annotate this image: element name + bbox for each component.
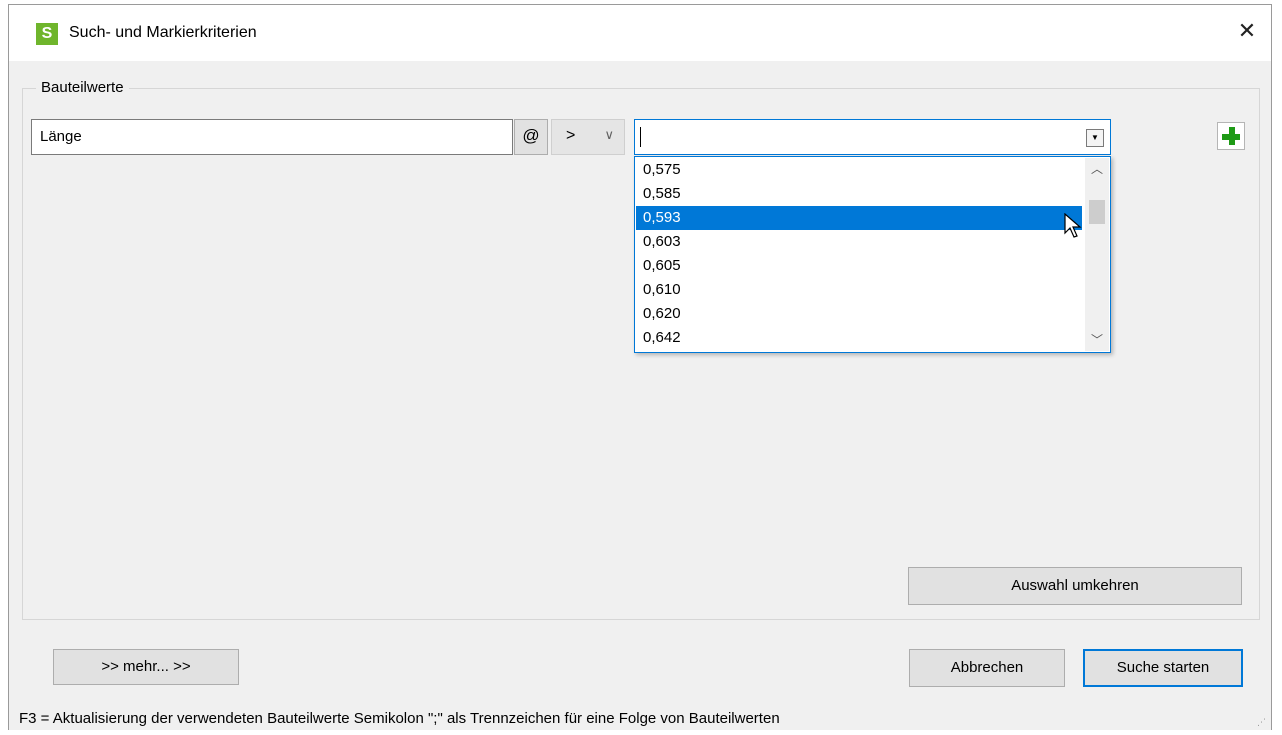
add-criterion-icon[interactable]	[1217, 122, 1245, 150]
value-combobox[interactable]: ▼	[634, 119, 1111, 155]
list-item[interactable]: 0,620	[636, 302, 1082, 326]
operator-value: >	[566, 127, 576, 144]
scroll-up-icon[interactable]: ︿	[1085, 158, 1109, 180]
value-dropdown-list: 0,575 0,585 0,593 0,603 0,605 0,610 0,62…	[634, 156, 1111, 353]
list-item[interactable]: 0,610	[636, 278, 1082, 302]
attribute-name-field[interactable]: Länge	[31, 119, 513, 155]
mouse-cursor-icon	[1064, 213, 1082, 238]
dialog-window: S Such- und Markierkriterien ✕ Bauteilwe…	[8, 4, 1272, 730]
chevron-down-icon: ∨	[604, 127, 614, 142]
app-icon: S	[36, 23, 58, 45]
dropdown-scrollbar[interactable]: ︿ ﹀	[1085, 158, 1109, 351]
start-search-button[interactable]: Suche starten	[1083, 649, 1243, 687]
status-bar: F3 = Aktualisierung der verwendeten Baut…	[9, 710, 1271, 730]
at-button[interactable]: @	[514, 119, 548, 155]
invert-selection-button[interactable]: Auswahl umkehren	[908, 567, 1242, 605]
scroll-thumb[interactable]	[1089, 200, 1105, 224]
scroll-down-icon[interactable]: ﹀	[1085, 329, 1109, 351]
list-item[interactable]: 0,603	[636, 230, 1082, 254]
operator-select[interactable]: > ∨	[551, 119, 625, 155]
list-item[interactable]: 0,605	[636, 254, 1082, 278]
list-item[interactable]: 0,585	[636, 182, 1082, 206]
cancel-button[interactable]: Abbrechen	[909, 649, 1065, 687]
list-item-selected[interactable]: 0,593	[636, 206, 1082, 230]
resize-grip-icon[interactable]: ⋰	[1257, 717, 1267, 727]
list-item[interactable]: 0,642	[636, 326, 1082, 350]
window-title: Such- und Markierkriterien	[69, 24, 257, 41]
text-caret	[640, 127, 641, 147]
title-bar: S Such- und Markierkriterien ✕	[9, 5, 1271, 61]
dropdown-arrow-icon[interactable]: ▼	[1086, 129, 1104, 147]
status-text: F3 = Aktualisierung der verwendeten Baut…	[19, 710, 780, 727]
more-button[interactable]: >> mehr... >>	[53, 649, 239, 685]
list-item[interactable]: 0,575	[636, 158, 1082, 182]
close-icon[interactable]: ✕	[1233, 17, 1261, 45]
group-title: Bauteilwerte	[36, 79, 129, 96]
